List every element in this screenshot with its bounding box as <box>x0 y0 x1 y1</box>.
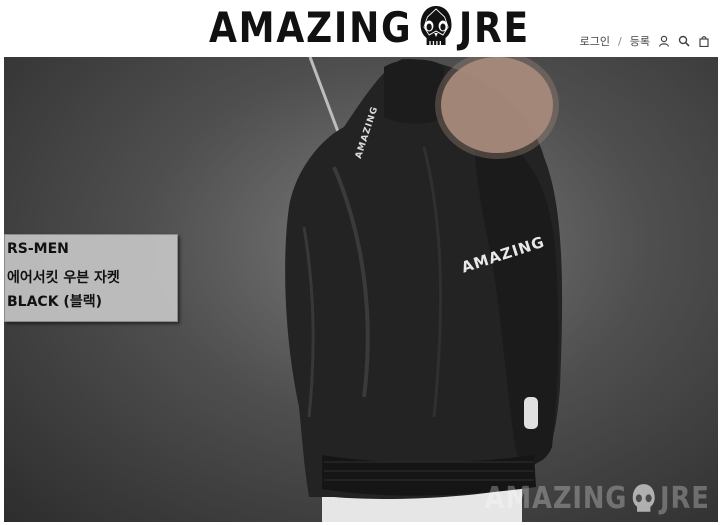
logo-text-left: AMAZING <box>209 2 413 52</box>
site-header: AMAZING JRE 로그인 / 등록 <box>0 0 720 57</box>
nav-separator: / <box>618 34 622 48</box>
caption-product-name: 에어서킷 우븐 자켓 <box>7 270 120 286</box>
caption-color: BLACK (블랙) <box>7 294 102 310</box>
product-caption[interactable]: RS-MEN 에어서킷 우븐 자켓 BLACK (블랙) <box>4 234 178 322</box>
register-link[interactable]: 등록 <box>630 33 650 49</box>
watermark: AMAZING JRE <box>485 481 710 516</box>
hero-banner[interactable]: AMAZING AMAZING RS-MEN 에어서킷 우븐 자켓 BLACK … <box>4 57 718 522</box>
login-link[interactable]: 로그인 <box>580 33 610 49</box>
watermark-text-right: JRE <box>660 481 710 516</box>
header-nav: 로그인 / 등록 <box>580 33 710 49</box>
caption-category: RS-MEN <box>7 241 69 257</box>
logo-text-right: JRE <box>458 2 530 52</box>
skull-icon <box>415 3 456 51</box>
watermark-text-left: AMAZING <box>484 481 628 516</box>
user-icon[interactable] <box>658 35 670 47</box>
site-logo[interactable]: AMAZING JRE <box>209 2 530 52</box>
watermark-skull-icon <box>629 482 658 516</box>
cart-icon[interactable] <box>698 35 710 47</box>
search-icon[interactable] <box>678 35 690 47</box>
